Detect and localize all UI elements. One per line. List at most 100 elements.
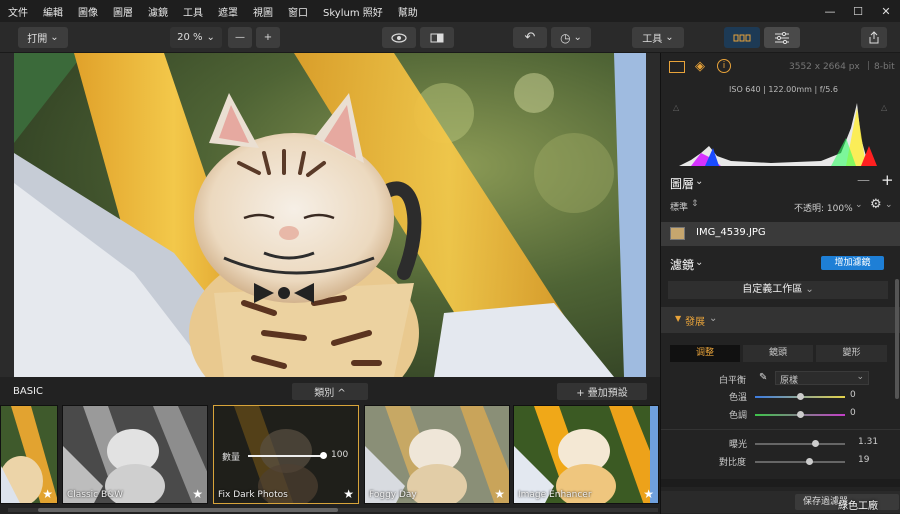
amount-slider[interactable]: [248, 452, 327, 459]
remove-layer-button[interactable]: —: [857, 173, 870, 188]
filters-header: 濾鏡 ⌄ 增加濾鏡: [661, 252, 900, 274]
menu-window[interactable]: 窗口: [288, 4, 308, 19]
exposure-slider[interactable]: [755, 440, 845, 447]
scrollbar-thumb[interactable]: [38, 508, 338, 512]
share-button[interactable]: [861, 27, 887, 48]
workspace-select[interactable]: 自定義工作區 ⌄: [668, 281, 888, 299]
chevron-down-icon: ⌄: [856, 372, 864, 382]
amount-label: 數量: [222, 453, 241, 463]
workspace-row: 自定義工作區 ⌄: [661, 279, 900, 301]
contrast-knob[interactable]: [806, 458, 813, 465]
tab-adjust[interactable]: 调整: [670, 345, 740, 362]
menu-image[interactable]: 圖像: [78, 4, 98, 19]
image-dimensions: 3552 x 2664 px: [789, 62, 860, 72]
tools-button[interactable]: 工具 ⌄: [632, 27, 684, 48]
layer-filename: IMG_4539.JPG: [696, 227, 766, 238]
info-icon[interactable]: i: [717, 59, 731, 73]
undo-button[interactable]: ↶: [513, 27, 547, 48]
close-button[interactable]: ✕: [872, 5, 900, 18]
menu-skylum[interactable]: Skylum 照好: [323, 4, 383, 19]
star-icon[interactable]: ★: [192, 487, 203, 501]
clock-icon: ◷: [560, 30, 571, 45]
menu-layers[interactable]: 圖層: [113, 4, 133, 19]
menu-view[interactable]: 視圖: [253, 4, 273, 19]
histogram-icon[interactable]: [669, 61, 685, 73]
canvas-margin-right: [646, 53, 660, 377]
menu-mask[interactable]: 遮罩: [218, 4, 238, 19]
layers-title: 圖層: [670, 177, 695, 191]
chevron-down-icon[interactable]: ⌄: [695, 257, 703, 268]
white-balance-select[interactable]: 原樣 ⌄: [775, 371, 869, 386]
menu-file[interactable]: 文件: [8, 4, 28, 19]
zoom-out-button[interactable]: —: [228, 27, 252, 48]
maximize-button[interactable]: ☐: [844, 5, 872, 18]
tab-lens[interactable]: 鏡頭: [743, 345, 813, 362]
preset-thumb[interactable]: Foggy Day ★: [364, 405, 510, 504]
preset-thumb[interactable]: ★: [0, 405, 58, 504]
chevron-down-icon[interactable]: ⌄: [695, 176, 703, 187]
layer-item[interactable]: IMG_4539.JPG: [661, 222, 900, 246]
undo-icon: ↶: [524, 30, 536, 45]
add-filter-button[interactable]: 增加濾鏡: [821, 256, 884, 270]
develop-header[interactable]: ▼ 發展 ⌄: [661, 307, 900, 333]
star-icon[interactable]: ★: [42, 487, 53, 501]
menu-help[interactable]: 幫助: [398, 4, 418, 19]
layers-icon[interactable]: ◈: [695, 59, 705, 74]
tint-slider[interactable]: [755, 411, 845, 418]
develop-tabs: 调整 鏡頭 變形: [661, 345, 900, 362]
adjustments-button[interactable]: [764, 27, 800, 48]
tab-adjust-label: 调整: [695, 348, 714, 358]
tab-lens-label: 鏡頭: [768, 348, 787, 358]
zoom-select[interactable]: 20 % ⌄: [170, 27, 222, 48]
tab-transform-label: 變形: [842, 348, 861, 358]
zoom-in-button[interactable]: +: [256, 27, 280, 48]
preset-label: Foggy Day: [369, 490, 417, 500]
exposure-knob[interactable]: [812, 440, 819, 447]
white-balance-label: 白平衡: [719, 376, 747, 386]
preset-thumb[interactable]: Classic B&W ★: [62, 405, 208, 504]
preset-thumb[interactable]: Image Enhancer ★: [513, 405, 659, 504]
menu-filters[interactable]: 濾鏡: [148, 4, 168, 19]
amount-slider-knob[interactable]: [320, 452, 327, 459]
temperature-slider[interactable]: [755, 393, 845, 400]
film-icon: [733, 34, 751, 41]
star-icon[interactable]: ★: [494, 487, 505, 501]
exif-info: ISO 640 | 122.00mm | f/5.6: [729, 85, 838, 94]
category-button[interactable]: 類別 ^: [292, 383, 368, 400]
eyedropper-icon[interactable]: ✎: [759, 372, 767, 383]
history-button[interactable]: ◷ ⌄: [551, 27, 591, 48]
add-filter-label: 增加濾鏡: [834, 258, 871, 268]
bit-depth: 8-bit: [874, 62, 895, 72]
looks-button[interactable]: [724, 27, 760, 48]
open-button[interactable]: 打開 ⌄: [18, 27, 68, 48]
add-preset-label: + 疊加預設: [576, 388, 628, 399]
chevron-down-icon: ⌄: [805, 284, 814, 295]
add-preset-button[interactable]: + 疊加預設: [557, 383, 647, 400]
temperature-knob[interactable]: [797, 393, 804, 400]
share-icon: [869, 31, 879, 44]
star-icon[interactable]: ★: [343, 487, 354, 501]
info-header: ◈ i 3552 x 2664 px | 8-bit: [661, 59, 900, 79]
panel-scrollbar[interactable]: [895, 279, 899, 399]
gear-icon[interactable]: ⚙: [870, 197, 882, 212]
minimize-button[interactable]: —: [816, 5, 844, 18]
tint-knob[interactable]: [797, 411, 804, 418]
compare-button[interactable]: [420, 27, 454, 48]
preset-filmstrip: ★ Classic B&W ★ 數量 100 Fix Dark Photos ★…: [0, 405, 660, 505]
add-layer-button[interactable]: +: [881, 171, 894, 189]
preset-thumb-selected[interactable]: 數量 100 Fix Dark Photos ★: [213, 405, 359, 504]
white-balance-row: 白平衡 ✎ 原樣 ⌄: [661, 371, 900, 387]
filmstrip-scrollbar[interactable]: [8, 508, 658, 512]
side-panel: ◈ i 3552 x 2664 px | 8-bit ISO 640 | 122…: [660, 53, 900, 514]
tab-transform[interactable]: 變形: [816, 345, 887, 362]
preview-button[interactable]: [382, 27, 416, 48]
contrast-slider[interactable]: [755, 458, 845, 465]
menu-edit[interactable]: 編輯: [43, 4, 63, 19]
photo-canvas[interactable]: [14, 53, 646, 377]
opacity-control[interactable]: 不透明: 100%: [794, 201, 853, 214]
chevron-down-icon: ⌄: [573, 32, 582, 43]
blend-mode-select[interactable]: 標準: [670, 200, 688, 213]
menu-tools[interactable]: 工具: [183, 4, 203, 19]
star-icon[interactable]: ★: [643, 487, 654, 501]
layer-thumbnail: [670, 227, 685, 240]
